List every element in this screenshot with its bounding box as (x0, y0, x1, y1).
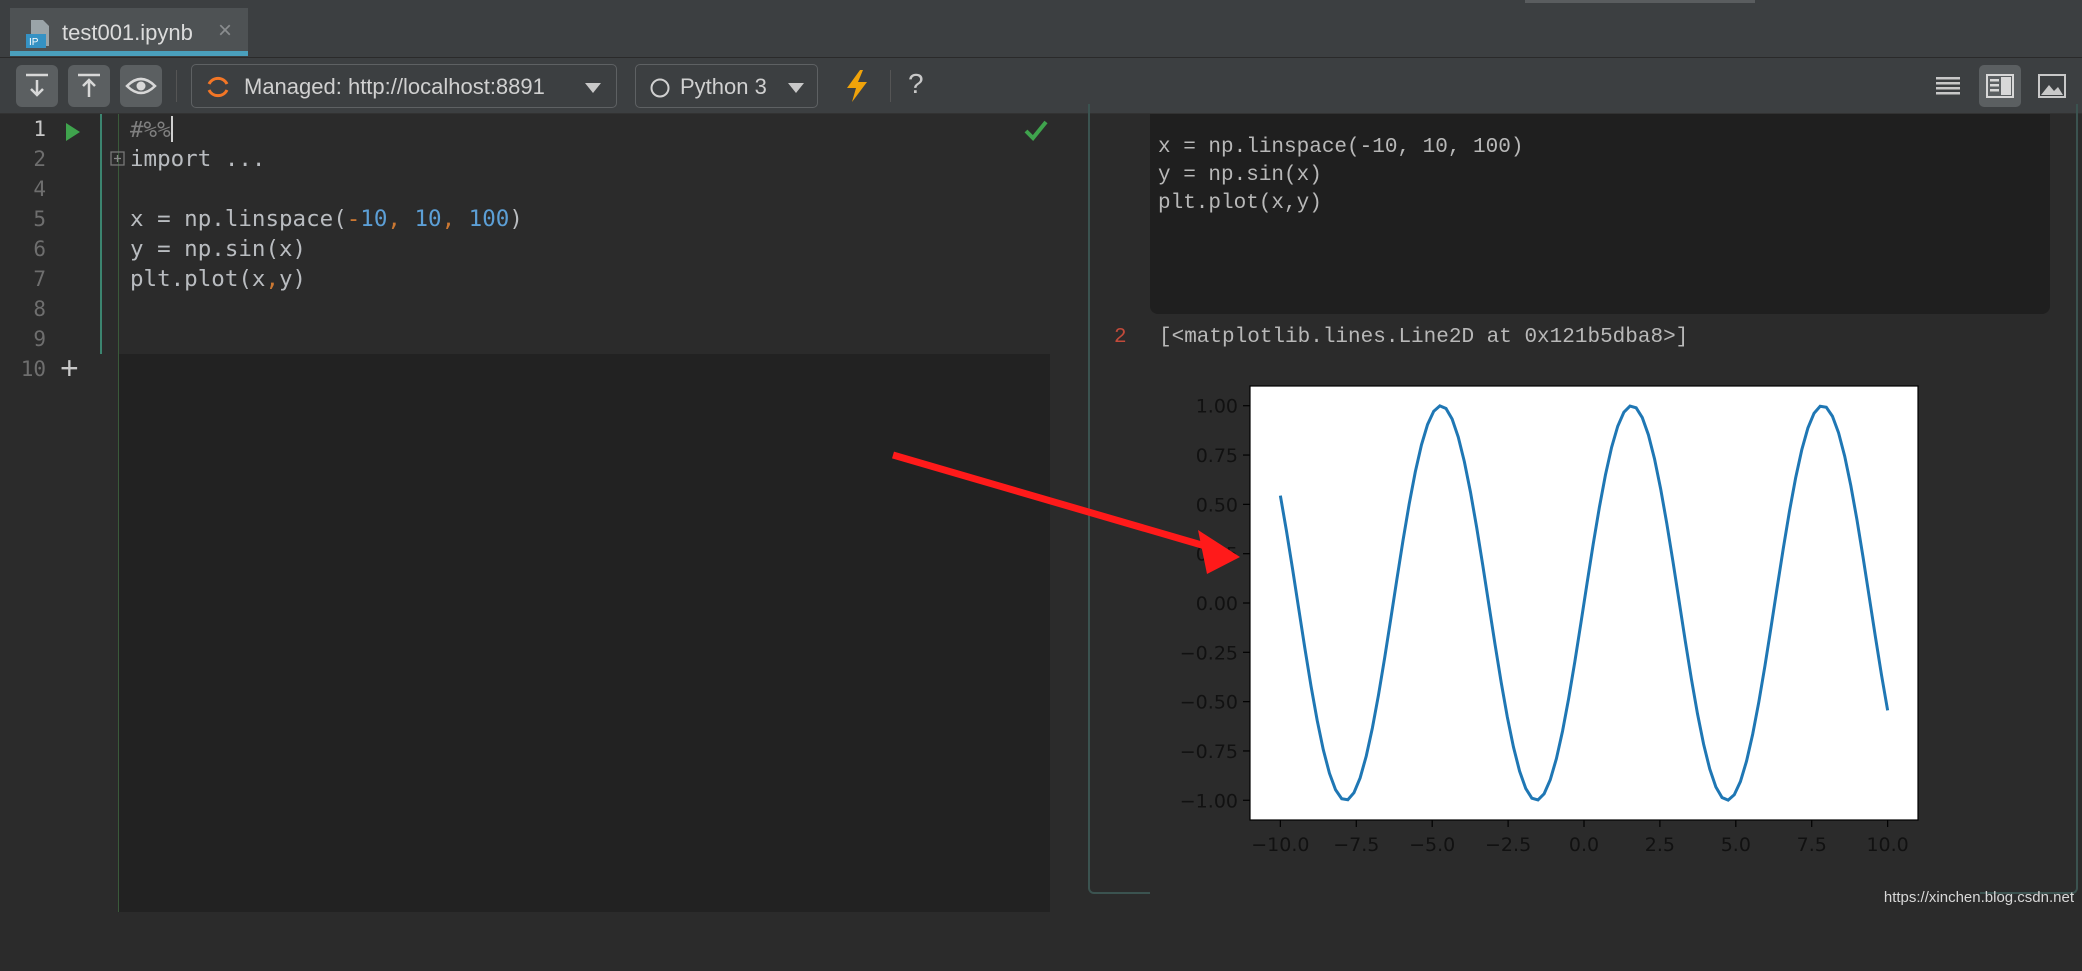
line-number: 1 (33, 117, 46, 141)
kernel-label: Python 3 (680, 74, 767, 99)
watermark: https://xinchen.blog.csdn.net (1883, 889, 2074, 906)
output-prompt: 2 (1114, 326, 1127, 349)
cell-marker: #%% (130, 117, 171, 143)
line-number: 5 (33, 207, 46, 231)
preview-code-cell: x = np.linspace(-10, 10, 100) y = np.sin… (1150, 114, 2050, 314)
notebook-preview[interactable]: x = np.linspace(-10, 10, 100) y = np.sin… (1050, 104, 2082, 971)
tab-notebook[interactable]: IP test001.ipynb × (10, 8, 248, 56)
export-notebook-icon (78, 73, 100, 97)
y-tick-label: 0.25 (1196, 544, 1238, 566)
kernel-dropdown[interactable]: Python 3 (635, 64, 818, 108)
line-number: 2 (33, 147, 46, 171)
preview-only-view-button[interactable] (2031, 65, 2073, 107)
lightning-icon (847, 70, 867, 102)
folded-imports[interactable]: import ... (130, 146, 265, 172)
x-tick-label: 2.5 (1645, 834, 1675, 856)
x-tick-label: −2.5 (1485, 834, 1531, 856)
notebook-file-icon: IP (26, 20, 49, 48)
line-number: 6 (33, 237, 46, 261)
y-tick-label: 1.00 (1196, 396, 1238, 418)
preview-toggle-button[interactable] (120, 65, 162, 107)
help-button[interactable]: ? (908, 68, 924, 100)
jupyter-logo-icon (207, 76, 229, 98)
run-cell-icon[interactable] (64, 122, 82, 142)
line-number: 4 (33, 177, 46, 201)
chevron-down-icon (585, 83, 601, 93)
preview-code-line: plt.plot(x,y) (1158, 192, 1322, 215)
toolbar-separator (890, 70, 891, 102)
fold-expand-icon[interactable] (110, 151, 126, 167)
line-number: 8 (33, 297, 46, 321)
code-line: y = np.sin(x) (130, 236, 307, 262)
preview-code-line: x = np.linspace(-10, 10, 100) (1158, 136, 1524, 159)
export-notebook-button[interactable] (68, 65, 110, 107)
text-caret (170, 116, 173, 142)
x-tick-label: −10.0 (1251, 834, 1309, 856)
tab-bar: IP test001.ipynb × (0, 0, 2082, 58)
import-notebook-icon (26, 73, 48, 97)
code-line: #%% (130, 116, 173, 143)
tab-close-button[interactable]: × (218, 17, 232, 45)
y-tick-label: −0.25 (1180, 642, 1238, 664)
x-tick-label: 5.0 (1721, 834, 1751, 856)
kernel-status-icon (650, 78, 670, 98)
server-label: Managed: http://localhost:8891 (244, 74, 545, 99)
code-only-view-button[interactable] (1927, 65, 1969, 107)
tab-label: test001.ipynb (62, 20, 193, 45)
checkmark-icon (1024, 120, 1048, 141)
active-tab-indicator (10, 51, 248, 56)
x-tick-label: 10.0 (1866, 834, 1908, 856)
sine-plot: −10.0 −7.5 −5.0 −2.5 0.0 2.5 5.0 7.5 10.0 1.00 0.… (1150, 371, 1980, 971)
code-line: plt.plot(x,y) (130, 266, 307, 292)
line-number: 10 (20, 357, 46, 381)
tab-bar-strip (1525, 0, 1755, 3)
line-number: 9 (33, 327, 46, 351)
output-text: [<matplotlib.lines.Line2D at 0x121b5dba8… (1159, 326, 1689, 349)
y-tick-label: 0.75 (1196, 445, 1238, 467)
split-view-icon (1986, 74, 2014, 98)
y-tick-label: 0.00 (1196, 593, 1238, 615)
image-icon (2038, 74, 2066, 98)
code-only-view-icon (1936, 77, 1960, 95)
line-number: 7 (33, 267, 46, 291)
y-tick-label: −0.50 (1180, 692, 1238, 714)
eye-icon (125, 77, 157, 95)
jupyter-server-dropdown[interactable]: Managed: http://localhost:8891 (191, 64, 617, 108)
add-cell-button[interactable]: + (60, 350, 79, 387)
cell-bracket (100, 114, 102, 354)
preview-code-line: y = np.sin(x) (1158, 164, 1322, 187)
file-icon-text: IP (29, 37, 39, 48)
y-tick-label: 0.50 (1196, 494, 1238, 516)
x-tick-label: −7.5 (1333, 834, 1379, 856)
import-notebook-button[interactable] (16, 65, 58, 107)
x-tick-label: −5.0 (1409, 834, 1455, 856)
chevron-down-icon (788, 83, 804, 93)
code-editor[interactable]: 1 2 4 5 6 7 8 9 10 + #%% import ... x = … (0, 114, 1050, 912)
toolbar-separator (176, 70, 177, 102)
x-tick-label: 7.5 (1797, 834, 1827, 856)
code-line: x = np.linspace(-10, 10, 100) (130, 206, 523, 232)
interrupt-kernel-button[interactable] (838, 67, 876, 105)
y-tick-label: −1.00 (1180, 790, 1238, 812)
x-tick-label: 0.0 (1569, 834, 1599, 856)
y-tick-label: −0.75 (1180, 741, 1238, 763)
split-view-button[interactable] (1979, 65, 2021, 107)
